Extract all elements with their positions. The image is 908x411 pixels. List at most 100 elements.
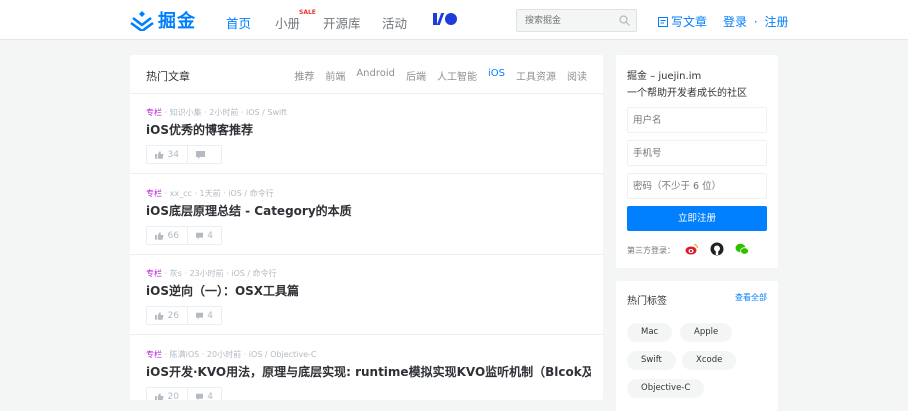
feed-title: 热门文章 [146,70,190,83]
thumb-up-icon [155,150,164,159]
category-tabs: 推荐 前端 Android 后端 人工智能 iOS 工具资源 阅读 [283,68,587,83]
comment-icon [196,393,204,400]
article-title[interactable]: iOS开发·KVO用法，原理与底层实现: runtime模拟实现KVO监听机制（… [146,363,591,380]
article-time: 1天前 [199,189,221,198]
tag-pill-objective-c[interactable]: Objective-C [627,379,705,398]
io-dot-shape [445,13,457,25]
article-entry[interactable]: 专栏 · 知识小集 · 2小时前 · iOS / Swift iOS优秀的博客推… [130,94,603,174]
nav-repos[interactable]: 开源库 [323,13,361,32]
column-tag[interactable]: 专栏 [146,269,162,278]
comment-count: 4 [207,391,213,401]
search-icon[interactable] [619,15,630,26]
io-event-logo[interactable] [433,13,457,25]
login-link[interactable]: 登录 [723,15,747,29]
tag-pill-apple[interactable]: Apple [680,323,733,342]
article-meta: 专栏 · 陈满iOS · 20小时前 · iOS / Objective-C [146,350,317,359]
article-actions: 34 [146,145,222,164]
column-tag[interactable]: 专栏 [146,189,162,198]
search-input[interactable] [517,10,609,31]
article-category[interactable]: iOS / Swift [246,108,287,117]
username-field[interactable] [627,107,767,133]
column-tag[interactable]: 专栏 [146,350,162,359]
io-slash-shape [436,13,445,25]
register-link[interactable]: 注册 [765,15,789,29]
like-count: 20 [167,391,179,401]
article-time: 23小时前 [189,269,224,278]
thumb-up-icon [155,392,164,400]
tab-reading[interactable]: 阅读 [567,68,587,83]
tab-tools[interactable]: 工具资源 [516,68,556,83]
wechat-icon[interactable] [735,242,749,256]
article-actions: 20 4 [146,387,222,400]
phone-input[interactable] [628,141,766,165]
register-submit-button[interactable]: 立即注册 [627,206,767,231]
nav-events[interactable]: 活动 [382,13,407,32]
article-title[interactable]: iOS底层原理总结 - Category的本质 [146,202,352,219]
register-subtitle: 一个帮助开发者成长的社区 [627,88,747,99]
comment-count: 4 [207,230,213,241]
article-author[interactable]: 灰s [170,269,182,278]
tab-android[interactable]: Android [356,68,395,83]
article-category[interactable]: iOS / Objective-C [249,350,317,359]
article-meta: 专栏 · 知识小集 · 2小时前 · iOS / Swift [146,108,288,117]
search-box[interactable] [516,9,637,32]
phone-field[interactable] [627,140,767,166]
tab-backend[interactable]: 后端 [406,68,426,83]
hot-tags-title: 热门标签 [627,296,667,307]
weibo-icon[interactable] [685,242,699,256]
like-button[interactable]: 20 [147,388,187,400]
article-actions: 26 4 [146,306,222,325]
article-meta: 专栏 · xx_cc · 1天前 · iOS / 命令行 [146,189,274,198]
like-button[interactable]: 34 [147,146,187,163]
third-party-label: 第三方登录： [627,246,675,255]
logo-text: 掘金 [158,11,196,32]
view-all-tags-link[interactable]: 查看全部 [735,292,767,303]
comment-button[interactable]: 4 [187,388,221,400]
password-field[interactable] [627,173,767,199]
write-article-button[interactable]: 写文章 [658,13,707,30]
comment-button[interactable] [187,146,221,163]
article-entry[interactable]: 专栏 · 灰s · 23小时前 · iOS / 命令行 iOS逆向（一）：OSX… [130,255,603,335]
article-author[interactable]: 知识小集 [170,108,202,117]
nav-books[interactable]: 小册 SALE [275,9,316,32]
username-input[interactable] [628,108,766,132]
article-title[interactable]: iOS逆向（一）：OSX工具篇 [146,282,299,299]
tab-frontend[interactable]: 前端 [325,68,345,83]
auth-links: 登录 · 注册 [723,13,789,30]
tab-ai[interactable]: 人工智能 [437,68,477,83]
thumb-up-icon [155,311,164,320]
comment-icon [196,312,204,319]
feed-header: 热门文章 推荐 前端 Android 后端 人工智能 iOS 工具资源 阅读 [130,55,603,94]
article-author[interactable]: 陈满iOS [170,350,200,359]
article-time: 2小时前 [209,108,239,117]
nav-home[interactable]: 首页 [226,13,251,32]
article-title[interactable]: iOS优秀的博客推荐 [146,121,253,138]
tag-pill-mac[interactable]: Mac [627,323,673,342]
tab-recommended[interactable]: 推荐 [294,68,314,83]
edit-icon [658,16,668,27]
nav-books-label: 小册 [275,16,301,31]
comment-button[interactable]: 4 [187,307,221,324]
auth-separator: · [753,15,758,29]
article-entry[interactable]: 专栏 · xx_cc · 1天前 · iOS / 命令行 iOS底层原理总结 -… [130,175,603,255]
like-count: 66 [167,230,179,241]
hot-tags-panel: 热门标签 查看全部 Mac Apple Swift Xcode Objectiv… [616,281,778,411]
article-author[interactable]: xx_cc [170,189,192,198]
github-icon[interactable] [710,242,724,256]
column-tag[interactable]: 专栏 [146,108,162,117]
comment-button[interactable]: 4 [187,227,221,244]
article-category[interactable]: iOS / 命令行 [228,189,273,198]
tag-pill-swift[interactable]: Swift [627,351,676,370]
password-input[interactable] [628,174,766,198]
article-entry[interactable]: 专栏 · 陈满iOS · 20小时前 · iOS / Objective-C i… [130,336,603,400]
like-button[interactable]: 26 [147,307,187,324]
article-category[interactable]: iOS / 命令行 [231,269,276,278]
juejin-logo[interactable]: 掘金 [130,7,196,33]
article-actions: 66 4 [146,226,222,245]
top-header: 掘金 首页 小册 SALE 开源库 活动 写文章 登录 · 注册 [0,0,908,40]
tag-pill-xcode[interactable]: Xcode [682,351,737,370]
tab-ios[interactable]: iOS [488,68,505,83]
like-count: 34 [167,149,179,160]
comment-count: 4 [207,310,213,321]
like-button[interactable]: 66 [147,227,187,244]
